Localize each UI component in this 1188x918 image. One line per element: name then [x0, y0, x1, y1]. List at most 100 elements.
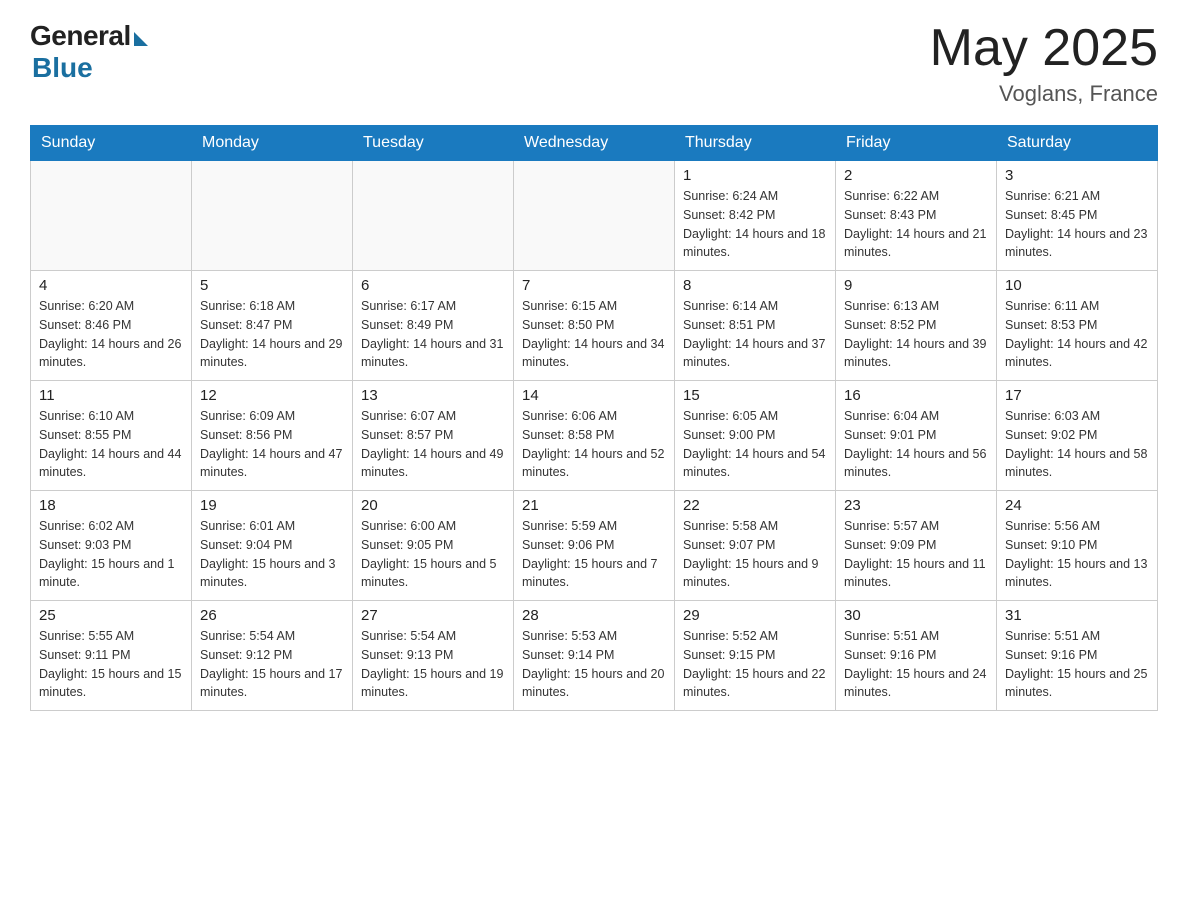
day-number: 12 [200, 387, 344, 404]
day-info: Sunrise: 6:01 AMSunset: 9:04 PMDaylight:… [200, 517, 344, 592]
table-cell: 28Sunrise: 5:53 AMSunset: 9:14 PMDayligh… [514, 601, 675, 711]
week-row-4: 18Sunrise: 6:02 AMSunset: 9:03 PMDayligh… [31, 491, 1158, 601]
day-info: Sunrise: 5:54 AMSunset: 9:13 PMDaylight:… [361, 627, 505, 702]
table-cell: 23 Sunrise: 5:57 AMSunset: 9:09 PMDayligh… [836, 491, 997, 601]
day-info: Sunrise: 5:58 AMSunset: 9:07 PMDaylight:… [683, 517, 827, 592]
week-row-2: 4 Sunrise: 6:20 AMSunset: 8:46 PMDaylight… [31, 271, 1158, 381]
day-info: Sunrise: 6:14 AMSunset: 8:51 PMDaylight:… [683, 297, 827, 372]
day-number: 3 [1005, 167, 1149, 184]
day-number: 29 [683, 607, 827, 624]
day-number: 24 [1005, 497, 1149, 514]
calendar-header-row: Sunday Monday Tuesday Wednesday Thursday… [31, 126, 1158, 161]
table-cell: 2 Sunrise: 6:22 AMSunset: 8:43 PMDaylight… [836, 161, 997, 271]
logo: General Blue [30, 20, 148, 84]
day-number: 5 [200, 277, 344, 294]
table-cell [31, 161, 192, 271]
table-cell: 7 Sunrise: 6:15 AMSunset: 8:50 PMDaylight… [514, 271, 675, 381]
day-info: Sunrise: 5:59 AMSunset: 9:06 PMDaylight:… [522, 517, 666, 592]
table-cell: 4 Sunrise: 6:20 AMSunset: 8:46 PMDaylight… [31, 271, 192, 381]
day-number: 14 [522, 387, 666, 404]
day-info: Sunrise: 6:06 AMSunset: 8:58 PMDaylight:… [522, 407, 666, 482]
day-info: Sunrise: 6:22 AMSunset: 8:43 PMDaylight:… [844, 187, 988, 262]
day-info: Sunrise: 6:15 AMSunset: 8:50 PMDaylight:… [522, 297, 666, 372]
day-info: Sunrise: 6:03 AMSunset: 9:02 PMDaylight:… [1005, 407, 1149, 482]
table-cell: 8Sunrise: 6:14 AMSunset: 8:51 PMDaylight… [675, 271, 836, 381]
day-number: 27 [361, 607, 505, 624]
calendar-table: Sunday Monday Tuesday Wednesday Thursday… [30, 125, 1158, 711]
week-row-5: 25 Sunrise: 5:55 AMSunset: 9:11 PMDayligh… [31, 601, 1158, 711]
day-number: 31 [1005, 607, 1149, 624]
day-number: 26 [200, 607, 344, 624]
day-number: 21 [522, 497, 666, 514]
day-number: 7 [522, 277, 666, 294]
week-row-1: 1 Sunrise: 6:24 AMSunset: 8:42 PMDaylight… [31, 161, 1158, 271]
day-number: 28 [522, 607, 666, 624]
day-info: Sunrise: 5:52 AMSunset: 9:15 PMDaylight:… [683, 627, 827, 702]
table-cell: 16 Sunrise: 6:04 AMSunset: 9:01 PMDayligh… [836, 381, 997, 491]
day-info: Sunrise: 5:54 AMSunset: 9:12 PMDaylight:… [200, 627, 344, 702]
day-info: Sunrise: 6:20 AMSunset: 8:46 PMDaylight:… [39, 297, 183, 372]
logo-triangle-icon [134, 32, 148, 46]
table-cell: 12 Sunrise: 6:09 AMSunset: 8:56 PMDayligh… [192, 381, 353, 491]
day-info: Sunrise: 5:57 AMSunset: 9:09 PMDaylight:… [844, 517, 988, 592]
table-cell [353, 161, 514, 271]
title-block: May 2025 Voglans, France [930, 20, 1158, 107]
day-number: 19 [200, 497, 344, 514]
day-info: Sunrise: 6:11 AMSunset: 8:53 PMDaylight:… [1005, 297, 1149, 372]
table-cell: 14 Sunrise: 6:06 AMSunset: 8:58 PMDayligh… [514, 381, 675, 491]
day-number: 22 [683, 497, 827, 514]
day-info: Sunrise: 6:04 AMSunset: 9:01 PMDaylight:… [844, 407, 988, 482]
day-info: Sunrise: 6:07 AMSunset: 8:57 PMDaylight:… [361, 407, 505, 482]
day-info: Sunrise: 6:24 AMSunset: 8:42 PMDaylight:… [683, 187, 827, 262]
day-info: Sunrise: 6:18 AMSunset: 8:47 PMDaylight:… [200, 297, 344, 372]
table-cell: 21 Sunrise: 5:59 AMSunset: 9:06 PMDayligh… [514, 491, 675, 601]
table-cell: 19 Sunrise: 6:01 AMSunset: 9:04 PMDayligh… [192, 491, 353, 601]
col-tuesday: Tuesday [353, 126, 514, 161]
table-cell: 25 Sunrise: 5:55 AMSunset: 9:11 PMDayligh… [31, 601, 192, 711]
table-cell: 5 Sunrise: 6:18 AMSunset: 8:47 PMDaylight… [192, 271, 353, 381]
day-number: 30 [844, 607, 988, 624]
day-info: Sunrise: 6:09 AMSunset: 8:56 PMDaylight:… [200, 407, 344, 482]
table-cell: 29 Sunrise: 5:52 AMSunset: 9:15 PMDayligh… [675, 601, 836, 711]
logo-blue-text: Blue [32, 52, 93, 84]
table-cell: 10 Sunrise: 6:11 AMSunset: 8:53 PMDayligh… [997, 271, 1158, 381]
table-cell [514, 161, 675, 271]
day-number: 23 [844, 497, 988, 514]
table-cell [192, 161, 353, 271]
table-cell: 30Sunrise: 5:51 AMSunset: 9:16 PMDayligh… [836, 601, 997, 711]
location-subtitle: Voglans, France [930, 81, 1158, 107]
col-friday: Friday [836, 126, 997, 161]
day-number: 4 [39, 277, 183, 294]
day-info: Sunrise: 5:55 AMSunset: 9:11 PMDaylight:… [39, 627, 183, 702]
day-number: 16 [844, 387, 988, 404]
table-cell: 3 Sunrise: 6:21 AMSunset: 8:45 PMDaylight… [997, 161, 1158, 271]
table-cell: 27 Sunrise: 5:54 AMSunset: 9:13 PMDayligh… [353, 601, 514, 711]
day-info: Sunrise: 6:21 AMSunset: 8:45 PMDaylight:… [1005, 187, 1149, 262]
table-cell: 13 Sunrise: 6:07 AMSunset: 8:57 PMDayligh… [353, 381, 514, 491]
day-info: Sunrise: 5:56 AMSunset: 9:10 PMDaylight:… [1005, 517, 1149, 592]
day-number: 10 [1005, 277, 1149, 294]
table-cell: 22 Sunrise: 5:58 AMSunset: 9:07 PMDayligh… [675, 491, 836, 601]
day-info: Sunrise: 6:10 AMSunset: 8:55 PMDaylight:… [39, 407, 183, 482]
day-number: 17 [1005, 387, 1149, 404]
day-number: 13 [361, 387, 505, 404]
day-info: Sunrise: 6:13 AMSunset: 8:52 PMDaylight:… [844, 297, 988, 372]
table-cell: 6Sunrise: 6:17 AMSunset: 8:49 PMDaylight… [353, 271, 514, 381]
day-number: 1 [683, 167, 827, 184]
table-cell: 31 Sunrise: 5:51 AMSunset: 9:16 PMDayligh… [997, 601, 1158, 711]
day-number: 25 [39, 607, 183, 624]
table-cell: 1 Sunrise: 6:24 AMSunset: 8:42 PMDaylight… [675, 161, 836, 271]
day-info: Sunrise: 6:17 AMSunset: 8:49 PMDaylight:… [361, 297, 505, 372]
col-saturday: Saturday [997, 126, 1158, 161]
day-number: 15 [683, 387, 827, 404]
day-info: Sunrise: 5:51 AMSunset: 9:16 PMDaylight:… [1005, 627, 1149, 702]
table-cell: 24 Sunrise: 5:56 AMSunset: 9:10 PMDayligh… [997, 491, 1158, 601]
day-number: 11 [39, 387, 183, 404]
day-number: 2 [844, 167, 988, 184]
page-header: General Blue May 2025 Voglans, France [30, 20, 1158, 107]
col-monday: Monday [192, 126, 353, 161]
day-info: Sunrise: 6:05 AMSunset: 9:00 PMDaylight:… [683, 407, 827, 482]
week-row-3: 11 Sunrise: 6:10 AMSunset: 8:55 PMDayligh… [31, 381, 1158, 491]
col-wednesday: Wednesday [514, 126, 675, 161]
day-number: 9 [844, 277, 988, 294]
